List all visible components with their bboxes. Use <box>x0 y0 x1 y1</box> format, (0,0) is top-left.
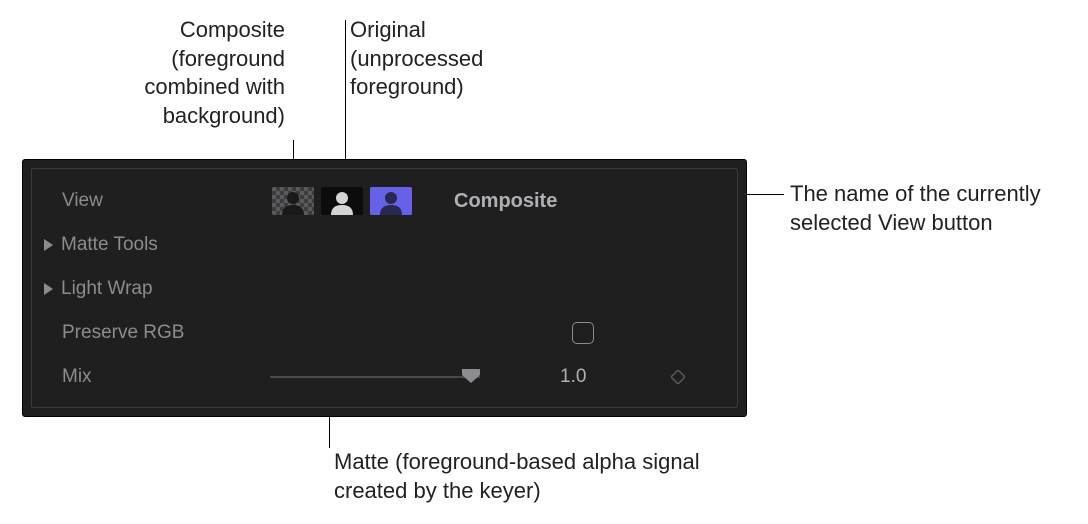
preserve-rgb-checkbox[interactable] <box>572 322 594 344</box>
mix-row: Mix 1.0 <box>32 355 737 399</box>
callout-matte: Matte (foreground-based alpha signal cre… <box>334 448 734 505</box>
slider-track <box>270 376 480 378</box>
view-button-composite[interactable] <box>270 186 316 216</box>
mix-value[interactable]: 1.0 <box>560 366 586 388</box>
mix-label: Mix <box>62 366 92 388</box>
preserve-rgb-row: Preserve RGB <box>32 311 737 355</box>
view-label: View <box>62 190 103 212</box>
callout-composite: Composite (foreground combined with back… <box>90 16 285 130</box>
matte-tools-label: Matte Tools <box>61 234 158 256</box>
light-wrap-row[interactable]: Light Wrap <box>32 267 737 311</box>
light-wrap-label: Light Wrap <box>61 278 153 300</box>
mix-slider[interactable] <box>270 367 480 387</box>
view-row: View <box>32 179 737 223</box>
view-button-original[interactable] <box>368 186 414 216</box>
view-buttons-group <box>270 186 414 216</box>
callout-original: Original (unprocessed foreground) <box>350 16 510 102</box>
view-button-matte[interactable] <box>319 186 365 216</box>
callout-selected-view: The name of the currently selected View … <box>790 180 1050 237</box>
preserve-rgb-label: Preserve RGB <box>62 322 184 344</box>
selected-view-label: Composite <box>454 190 557 213</box>
panel-inner: View <box>31 168 738 408</box>
chevron-right-icon <box>44 239 53 251</box>
chevron-right-icon <box>44 283 53 295</box>
matte-tools-row[interactable]: Matte Tools <box>32 223 737 267</box>
keyframe-diamond-icon[interactable] <box>671 370 685 384</box>
keyer-panel: View <box>22 159 747 417</box>
slider-thumb-icon <box>462 369 480 383</box>
